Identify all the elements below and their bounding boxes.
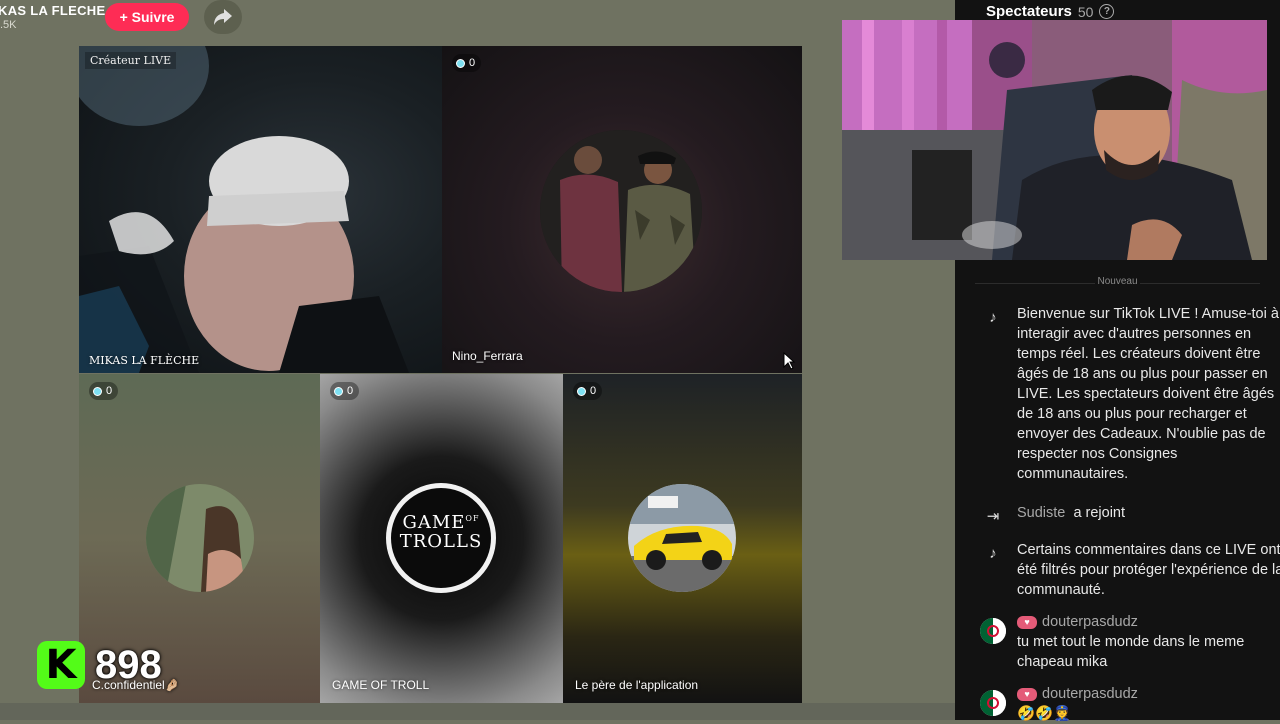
chat-message: ♪ Certains commentaires dans ce LIVE ont… — [980, 540, 1280, 600]
message-text: Bienvenue sur TikTok LIVE ! Amuse-toi à … — [1017, 306, 1279, 482]
avatar-photo — [540, 130, 702, 292]
gem-icon — [456, 58, 465, 68]
fan-badge-icon: ♥ — [1017, 616, 1037, 629]
kick-logo-icon: K — [37, 641, 85, 689]
badge-count: 0 — [590, 385, 597, 397]
game-of-trolls-logo: GAMEOF TROLLS — [386, 483, 496, 593]
creator-follower-count: .5K — [0, 19, 17, 31]
viewers-title: Spectateurs — [986, 3, 1072, 20]
host-video-tile[interactable]: Créateur LIVE MIKAS LA FLÈCHE — [79, 46, 442, 373]
cursor-icon — [783, 352, 795, 370]
gem-icon — [93, 386, 102, 396]
avatar — [146, 484, 254, 592]
chat-message: ♪ Bienvenue sur TikTok LIVE ! Amuse-toi … — [980, 304, 1280, 484]
webcam-frame — [842, 20, 1267, 260]
chat-message: ♥ douterpasdudz tu met tout le monde dans … — [980, 612, 1280, 672]
guest-name-label: Le père de l'application — [575, 678, 699, 692]
fan-badge-icon: ♥ — [1017, 688, 1037, 701]
algeria-flag-icon — [980, 690, 1006, 716]
viewers-count: 50 — [1077, 3, 1094, 20]
guest-name-label: GAME OF TROLL — [332, 678, 430, 692]
badge-count: 0 — [347, 385, 354, 397]
creator-live-tag: Créateur LIVE — [85, 52, 177, 69]
avatar — [540, 130, 702, 292]
tiktok-icon: ♪ — [989, 545, 997, 562]
creator-name[interactable]: KAS LA FLECHE — [0, 3, 105, 18]
guest-score-badge: 0 — [89, 382, 119, 400]
username[interactable]: douterpasdudz — [1042, 614, 1138, 630]
share-button[interactable] — [204, 0, 242, 34]
message-text: a rejoint — [1073, 505, 1126, 521]
guest-tile-nino[interactable]: 0 Nino_Ferrara — [442, 46, 802, 373]
logo-line-1: GAME — [402, 512, 466, 533]
chat-message: ♥ douterpasdudz 🤣🤣👮 — [980, 684, 1280, 724]
message-text: Certains commentaires dans ce LIVE ont é… — [1017, 542, 1280, 598]
algeria-flag-icon — [980, 618, 1006, 644]
badge-count: 0 — [106, 385, 113, 397]
join-icon: ⇥ — [986, 508, 1000, 525]
username[interactable]: douterpasdudz — [1042, 686, 1138, 702]
live-header: KAS LA FLECHE .5K + Suivre — [0, 0, 955, 44]
guest-score-badge: 0 — [330, 382, 360, 400]
guest-tile-game-of-troll[interactable]: 0 GAMEOF TROLLS GAME OF TROLL — [320, 374, 563, 703]
follow-button[interactable]: + Suivre — [105, 3, 189, 31]
help-icon[interactable]: ? — [1099, 4, 1115, 19]
avatar — [628, 484, 736, 592]
host-video-frame — [79, 46, 409, 373]
gift-bar — [0, 703, 955, 720]
new-messages-divider: Nouveau — [955, 276, 1280, 287]
tiktok-icon: ♪ — [989, 309, 997, 326]
gem-icon — [577, 386, 586, 396]
logo-of: OF — [465, 514, 480, 523]
guest-score-badge: 0 — [452, 54, 482, 72]
badge-count: 0 — [469, 57, 476, 69]
guest-name-label: Nino_Ferrara — [452, 349, 523, 363]
message-text: tu met tout le monde dans le meme chapea… — [1017, 634, 1245, 670]
viewers-header[interactable]: Spectateurs 50 ? — [986, 3, 1115, 20]
chat-message: ⇥ Sudiste a rejoint — [980, 503, 1280, 525]
username[interactable]: Sudiste — [1017, 505, 1065, 521]
gem-icon — [334, 386, 343, 396]
logo-line-2: TROLLS — [399, 531, 483, 552]
host-name-label: MIKAS LA FLÈCHE — [89, 354, 200, 367]
guest-name-label: C.confidentiel🤌🏼 — [92, 678, 180, 692]
guest-score-badge: 0 — [573, 382, 603, 400]
avatar-photo — [628, 484, 736, 592]
avatar-photo — [146, 484, 254, 592]
share-arrow-icon — [214, 9, 232, 25]
streamer-webcam — [842, 20, 1267, 260]
guest-tile-pere-application[interactable]: 0 Le père de l'application — [563, 374, 802, 703]
